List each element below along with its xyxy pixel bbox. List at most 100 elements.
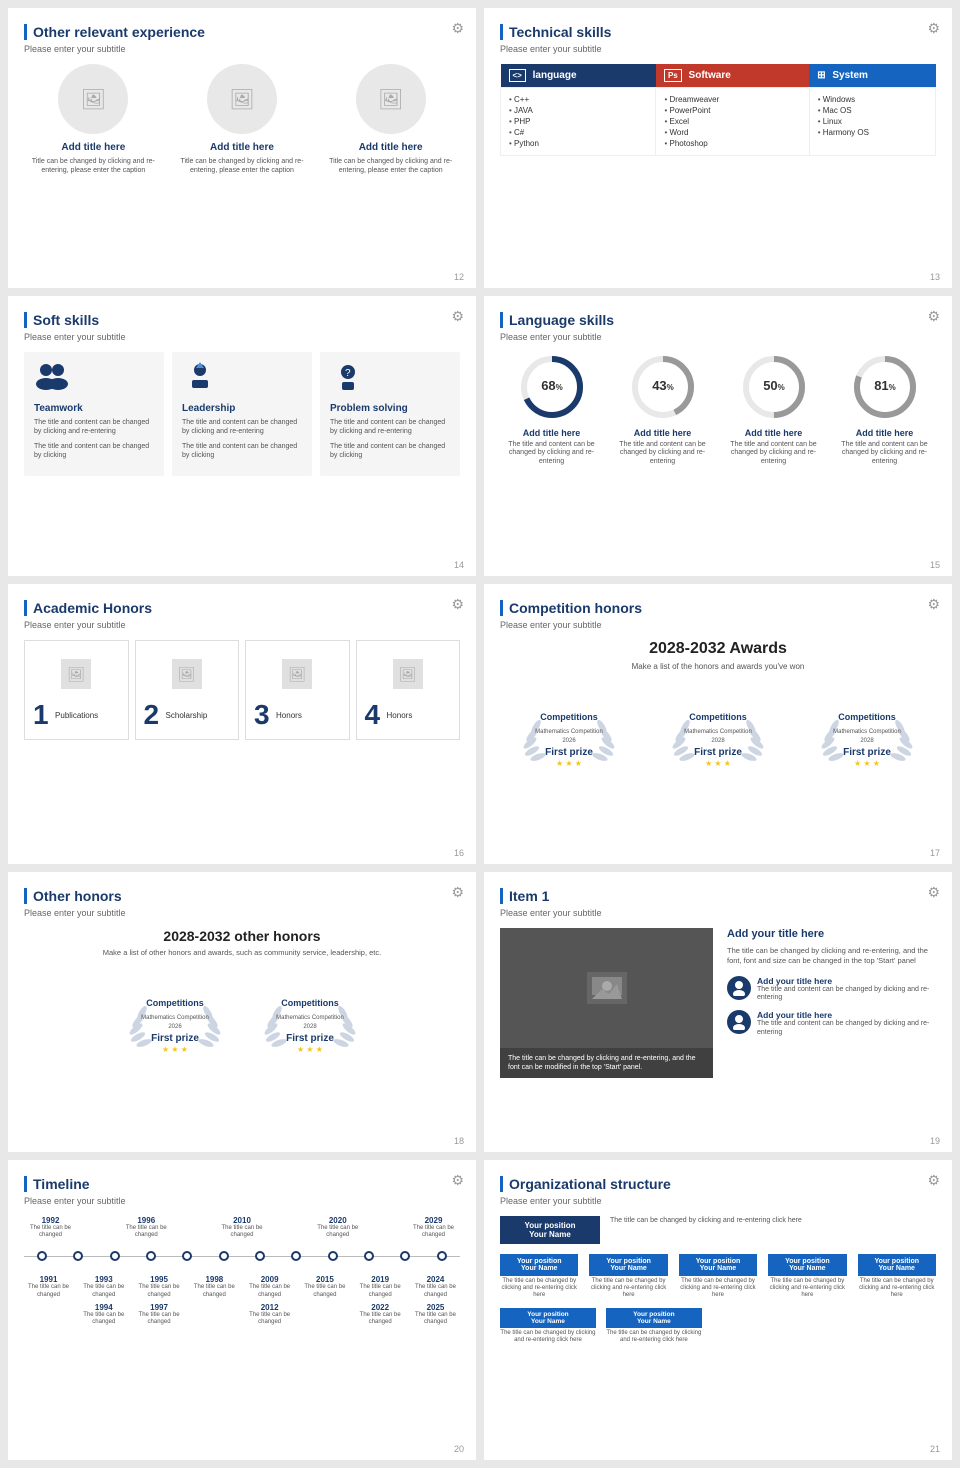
- gear-icon[interactable]: ⚙: [927, 1172, 940, 1189]
- tl-bot-4: 1998 The title can be changed: [192, 1275, 237, 1326]
- experience-grid: 🖼 Add title here Title can be changed by…: [24, 64, 460, 175]
- mid-desc-3: The title can be changed by clicking and…: [679, 1278, 757, 1300]
- image-placeholder-2: 🖼: [207, 64, 277, 134]
- mid-pos-2: Your position: [597, 1258, 659, 1265]
- slide-subtitle: Please enter your subtitle: [24, 1196, 460, 1206]
- slide-subtitle: Please enter your subtitle: [24, 332, 460, 342]
- item1-main-title[interactable]: Add your title here: [727, 928, 932, 940]
- soft-header: Ps Software: [656, 64, 809, 88]
- leadership-icon: [182, 362, 302, 397]
- top-position: Your position: [514, 1221, 586, 1230]
- list-item: Photoshop: [664, 138, 800, 149]
- gear-icon[interactable]: ⚙: [927, 596, 940, 613]
- soft-skill-title[interactable]: Teamwork: [34, 403, 154, 414]
- tl-text: The title can be changed: [137, 1312, 182, 1326]
- gear-icon[interactable]: ⚙: [451, 308, 464, 325]
- tl-text: The title can be changed: [411, 1225, 456, 1239]
- mid-name-1: Your Name: [508, 1265, 570, 1272]
- slide-header: Technical skills: [500, 24, 936, 40]
- header-accent: [500, 24, 503, 40]
- tl-year: 1993: [81, 1275, 126, 1284]
- honor-num-1: 1: [33, 699, 49, 731]
- mid-box-5: Your position Your Name: [858, 1254, 936, 1276]
- lang-title-1[interactable]: Add title here: [500, 428, 603, 438]
- soft-skill-text: The title and content can be changed by …: [34, 418, 154, 436]
- gear-icon[interactable]: ⚙: [927, 884, 940, 901]
- tl-bot-5: 2009 The title can be changed 2012 The t…: [247, 1275, 292, 1326]
- slide-subtitle: Please enter your subtitle: [24, 620, 460, 630]
- progress-circle-2: 43%: [628, 352, 698, 422]
- header-accent: [24, 888, 27, 904]
- svg-text:Mathematics Competition: Mathematics Competition: [684, 729, 752, 735]
- slide-header: Other relevant experience: [24, 24, 460, 40]
- slide-other-honors: Other honors Please enter your subtitle …: [8, 872, 476, 1152]
- gear-icon[interactable]: ⚙: [927, 308, 940, 325]
- svg-text:2028: 2028: [711, 738, 725, 744]
- sub-desc-1: The title and content can be changed by …: [757, 986, 932, 1003]
- slide-header: Competition honors: [500, 600, 936, 616]
- item1-content: The title can be changed by clicking and…: [500, 928, 936, 1078]
- slide-subtitle: Please enter your subtitle: [24, 44, 460, 54]
- timeline-dots: [24, 1251, 460, 1261]
- item1-sub-1: Add your title here The title and conten…: [727, 976, 932, 1003]
- tl-top-3: 2010 The title can be changed: [220, 1216, 265, 1239]
- mid-desc-4: The title can be changed by clicking and…: [768, 1278, 846, 1300]
- lang-title-4[interactable]: Add title here: [833, 428, 936, 438]
- honor-num-row-2: 2 Scholarship: [144, 699, 208, 731]
- soft-skill-leadership: Leadership The title and content can be …: [172, 352, 312, 476]
- soft-skill-text2: The title and content can be changed by …: [34, 442, 154, 460]
- slide-title: Item 1: [509, 888, 549, 904]
- honors-grid: 🖼 1 Publications 🖼 2 Scholarship 🖼 3 Hon…: [24, 640, 460, 740]
- svg-text:Competitions: Competitions: [281, 998, 339, 1008]
- tl-bot-3: 1995 The title can be changed 1997 The t…: [137, 1275, 182, 1326]
- slide-title: Organizational structure: [509, 1176, 671, 1192]
- slide-title: Timeline: [33, 1176, 90, 1192]
- mid-name-5: Your Name: [866, 1265, 928, 1272]
- dot-5: [182, 1251, 192, 1261]
- honor-num-row-1: 1 Publications: [33, 699, 98, 731]
- svg-text:Competitions: Competitions: [541, 712, 599, 722]
- mid-name-2: Your Name: [597, 1265, 659, 1272]
- honor-label-2: Scholarship: [166, 711, 208, 720]
- progress-circle-3: 50%: [739, 352, 809, 422]
- timeline-top-items: 1992 The title can be changed 1996 The t…: [24, 1216, 460, 1239]
- tl-text: The title can be changed: [124, 1225, 169, 1239]
- svg-text:★ ★ ★: ★ ★ ★: [162, 1045, 188, 1054]
- exp-title-1[interactable]: Add title here: [24, 142, 163, 153]
- tl-text: The title can be changed: [81, 1312, 126, 1326]
- lang-desc-3: The title and content can be changed by …: [722, 441, 825, 466]
- gear-icon[interactable]: ⚙: [451, 596, 464, 613]
- lang-item-3: 50% Add title here The title and content…: [722, 352, 825, 466]
- svg-text:First prize: First prize: [694, 747, 742, 758]
- lang-desc-1: The title and content can be changed by …: [500, 441, 603, 466]
- gear-icon[interactable]: ⚙: [451, 884, 464, 901]
- sub-title-2[interactable]: Add your title here: [757, 1010, 932, 1020]
- gear-icon[interactable]: ⚙: [451, 20, 464, 37]
- header-accent: [24, 600, 27, 616]
- experience-item-3: 🖼 Add title here Title can be changed by…: [321, 64, 460, 175]
- exp-title-2[interactable]: Add title here: [173, 142, 312, 153]
- org-bot-1: Your position Your Name The title can be…: [500, 1308, 596, 1344]
- dot-3: [110, 1251, 120, 1261]
- soft-skill-title[interactable]: Leadership: [182, 403, 302, 414]
- lang-title-2[interactable]: Add title here: [611, 428, 714, 438]
- svg-text:Mathematics Competition: Mathematics Competition: [276, 1015, 344, 1021]
- lang-title-3[interactable]: Add title here: [722, 428, 825, 438]
- gear-icon[interactable]: ⚙: [451, 1172, 464, 1189]
- slide-title: Technical skills: [509, 24, 611, 40]
- exp-title-3[interactable]: Add title here: [321, 142, 460, 153]
- svg-text:Competitions: Competitions: [146, 998, 204, 1008]
- image-placeholder-1: 🖼: [58, 64, 128, 134]
- soft-skill-title[interactable]: Problem solving: [330, 403, 450, 414]
- item1-sub-text-1: Add your title here The title and conten…: [757, 976, 932, 1003]
- tl-year: 2024: [413, 1275, 458, 1284]
- sub-title-1[interactable]: Add your title here: [757, 976, 932, 986]
- soft-skills-grid: Teamwork The title and content can be ch…: [24, 352, 460, 476]
- org-mid-3: Your position Your Name The title can be…: [679, 1254, 757, 1300]
- gear-icon[interactable]: ⚙: [927, 20, 940, 37]
- exp-text-1: Title can be changed by clicking and re-…: [24, 157, 163, 175]
- list-item: Linux: [818, 116, 927, 127]
- list-item: Dreamweaver: [664, 94, 800, 105]
- dot-8: [291, 1251, 301, 1261]
- item1-caption: The title can be changed by clicking and…: [500, 1048, 713, 1078]
